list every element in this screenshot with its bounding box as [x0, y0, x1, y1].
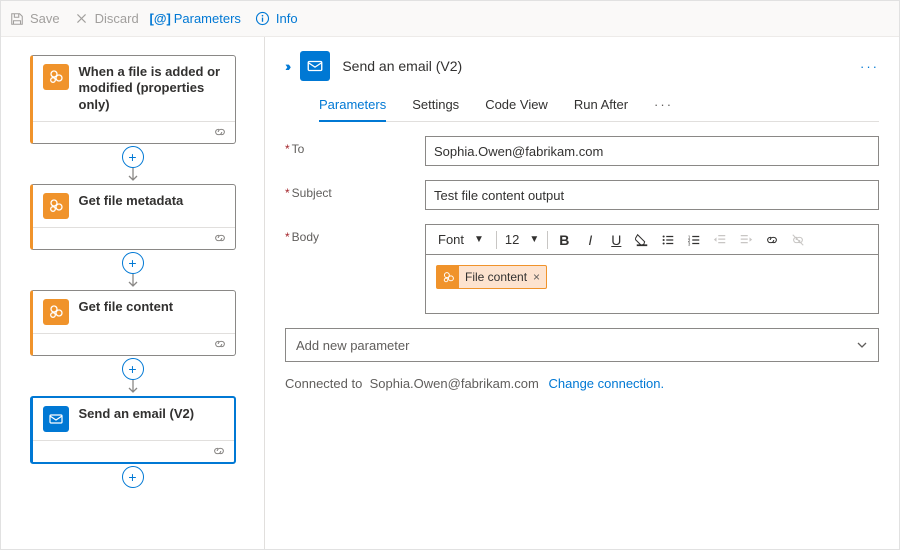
parameters-button[interactable]: [@] Parameters [153, 11, 241, 26]
token-remove-button[interactable]: × [527, 270, 546, 284]
info-icon [255, 11, 270, 26]
action-panel: ›› Send an email (V2) ··· Parameters Set… [265, 37, 899, 549]
panel-title: Send an email (V2) [342, 58, 462, 74]
parameters-label: Parameters [174, 11, 241, 26]
chevron-down-icon: ▼ [474, 234, 484, 245]
subject-input[interactable] [425, 180, 879, 210]
panel-tabs: Parameters Settings Code View Run After … [319, 91, 879, 122]
fontsize-select[interactable]: 12▼ [501, 229, 543, 251]
dynamic-content-token[interactable]: File content × [436, 265, 547, 289]
outlook-icon [43, 406, 69, 432]
bold-button[interactable]: B [552, 229, 576, 251]
body-editor[interactable]: File content × [425, 254, 879, 314]
arrow-down-icon [127, 274, 139, 288]
connection-account: Sophia.Owen@fabrikam.com [370, 376, 539, 391]
font-select[interactable]: Font▼ [430, 229, 492, 251]
add-parameter-label: Add new parameter [296, 338, 409, 353]
link-icon [213, 231, 227, 245]
action-title: Get file metadata [79, 193, 184, 209]
body-label: *Body [285, 224, 425, 244]
to-input[interactable] [425, 136, 879, 166]
unlink-button[interactable] [786, 229, 810, 251]
link-icon [213, 337, 227, 351]
trigger-title: When a file is added or modified (proper… [79, 64, 225, 113]
svg-text:3: 3 [688, 241, 691, 246]
add-step-button[interactable]: + [122, 466, 144, 488]
link-icon [212, 444, 226, 458]
action-title: Send an email (V2) [79, 406, 195, 422]
tab-more-button[interactable]: ··· [654, 91, 673, 121]
discard-label: Discard [95, 11, 139, 26]
add-step-button[interactable]: + [122, 358, 144, 380]
richtext-toolbar: Font▼ 12▼ B I U [425, 224, 879, 254]
bullets-button[interactable] [656, 229, 680, 251]
numbered-button[interactable]: 123 [682, 229, 706, 251]
info-label: Info [276, 11, 298, 26]
tab-parameters[interactable]: Parameters [319, 91, 386, 122]
save-button[interactable]: Save [9, 11, 60, 26]
tab-runafter[interactable]: Run After [574, 91, 628, 121]
sharepoint-icon [43, 64, 69, 90]
token-label: File content [465, 270, 527, 284]
discard-button[interactable]: Discard [74, 11, 139, 26]
save-icon [9, 11, 24, 26]
add-step-button[interactable]: + [122, 146, 144, 168]
save-label: Save [30, 11, 60, 26]
italic-button[interactable]: I [578, 229, 602, 251]
fontcolor-button[interactable] [630, 229, 654, 251]
outdent-button[interactable] [708, 229, 732, 251]
underline-button[interactable]: U [604, 229, 628, 251]
action-card-email[interactable]: Send an email (V2) [30, 396, 236, 464]
subject-label: *Subject [285, 180, 425, 200]
connection-info: Connected to Sophia.Owen@fabrikam.com Ch… [285, 376, 879, 391]
indent-button[interactable] [734, 229, 758, 251]
chevron-down-icon [856, 339, 868, 351]
to-label: *To [285, 136, 425, 156]
add-step-button[interactable]: + [122, 252, 144, 274]
link-icon [213, 125, 227, 139]
command-bar: Save Discard [@] Parameters Info [1, 1, 899, 37]
arrow-down-icon [127, 168, 139, 182]
sharepoint-icon [43, 299, 69, 325]
trigger-card[interactable]: When a file is added or modified (proper… [30, 55, 236, 144]
chevron-down-icon: ▼ [529, 234, 539, 245]
info-button[interactable]: Info [255, 11, 298, 26]
parameters-icon: [@] [153, 11, 168, 26]
change-connection-link[interactable]: Change connection. [548, 376, 664, 391]
action-card-metadata[interactable]: Get file metadata [30, 184, 236, 250]
collapse-panel-button[interactable]: ›› [285, 58, 288, 74]
action-title: Get file content [79, 299, 174, 315]
sharepoint-icon [437, 266, 459, 288]
link-button[interactable] [760, 229, 784, 251]
arrow-down-icon [127, 380, 139, 394]
panel-more-button[interactable]: ··· [860, 59, 879, 74]
sharepoint-icon [43, 193, 69, 219]
action-card-content[interactable]: Get file content [30, 290, 236, 356]
flow-canvas: When a file is added or modified (proper… [1, 37, 265, 549]
outlook-icon [300, 51, 330, 81]
tab-codeview[interactable]: Code View [485, 91, 548, 121]
tab-settings[interactable]: Settings [412, 91, 459, 121]
x-icon [74, 11, 89, 26]
add-parameter-dropdown[interactable]: Add new parameter [285, 328, 879, 362]
